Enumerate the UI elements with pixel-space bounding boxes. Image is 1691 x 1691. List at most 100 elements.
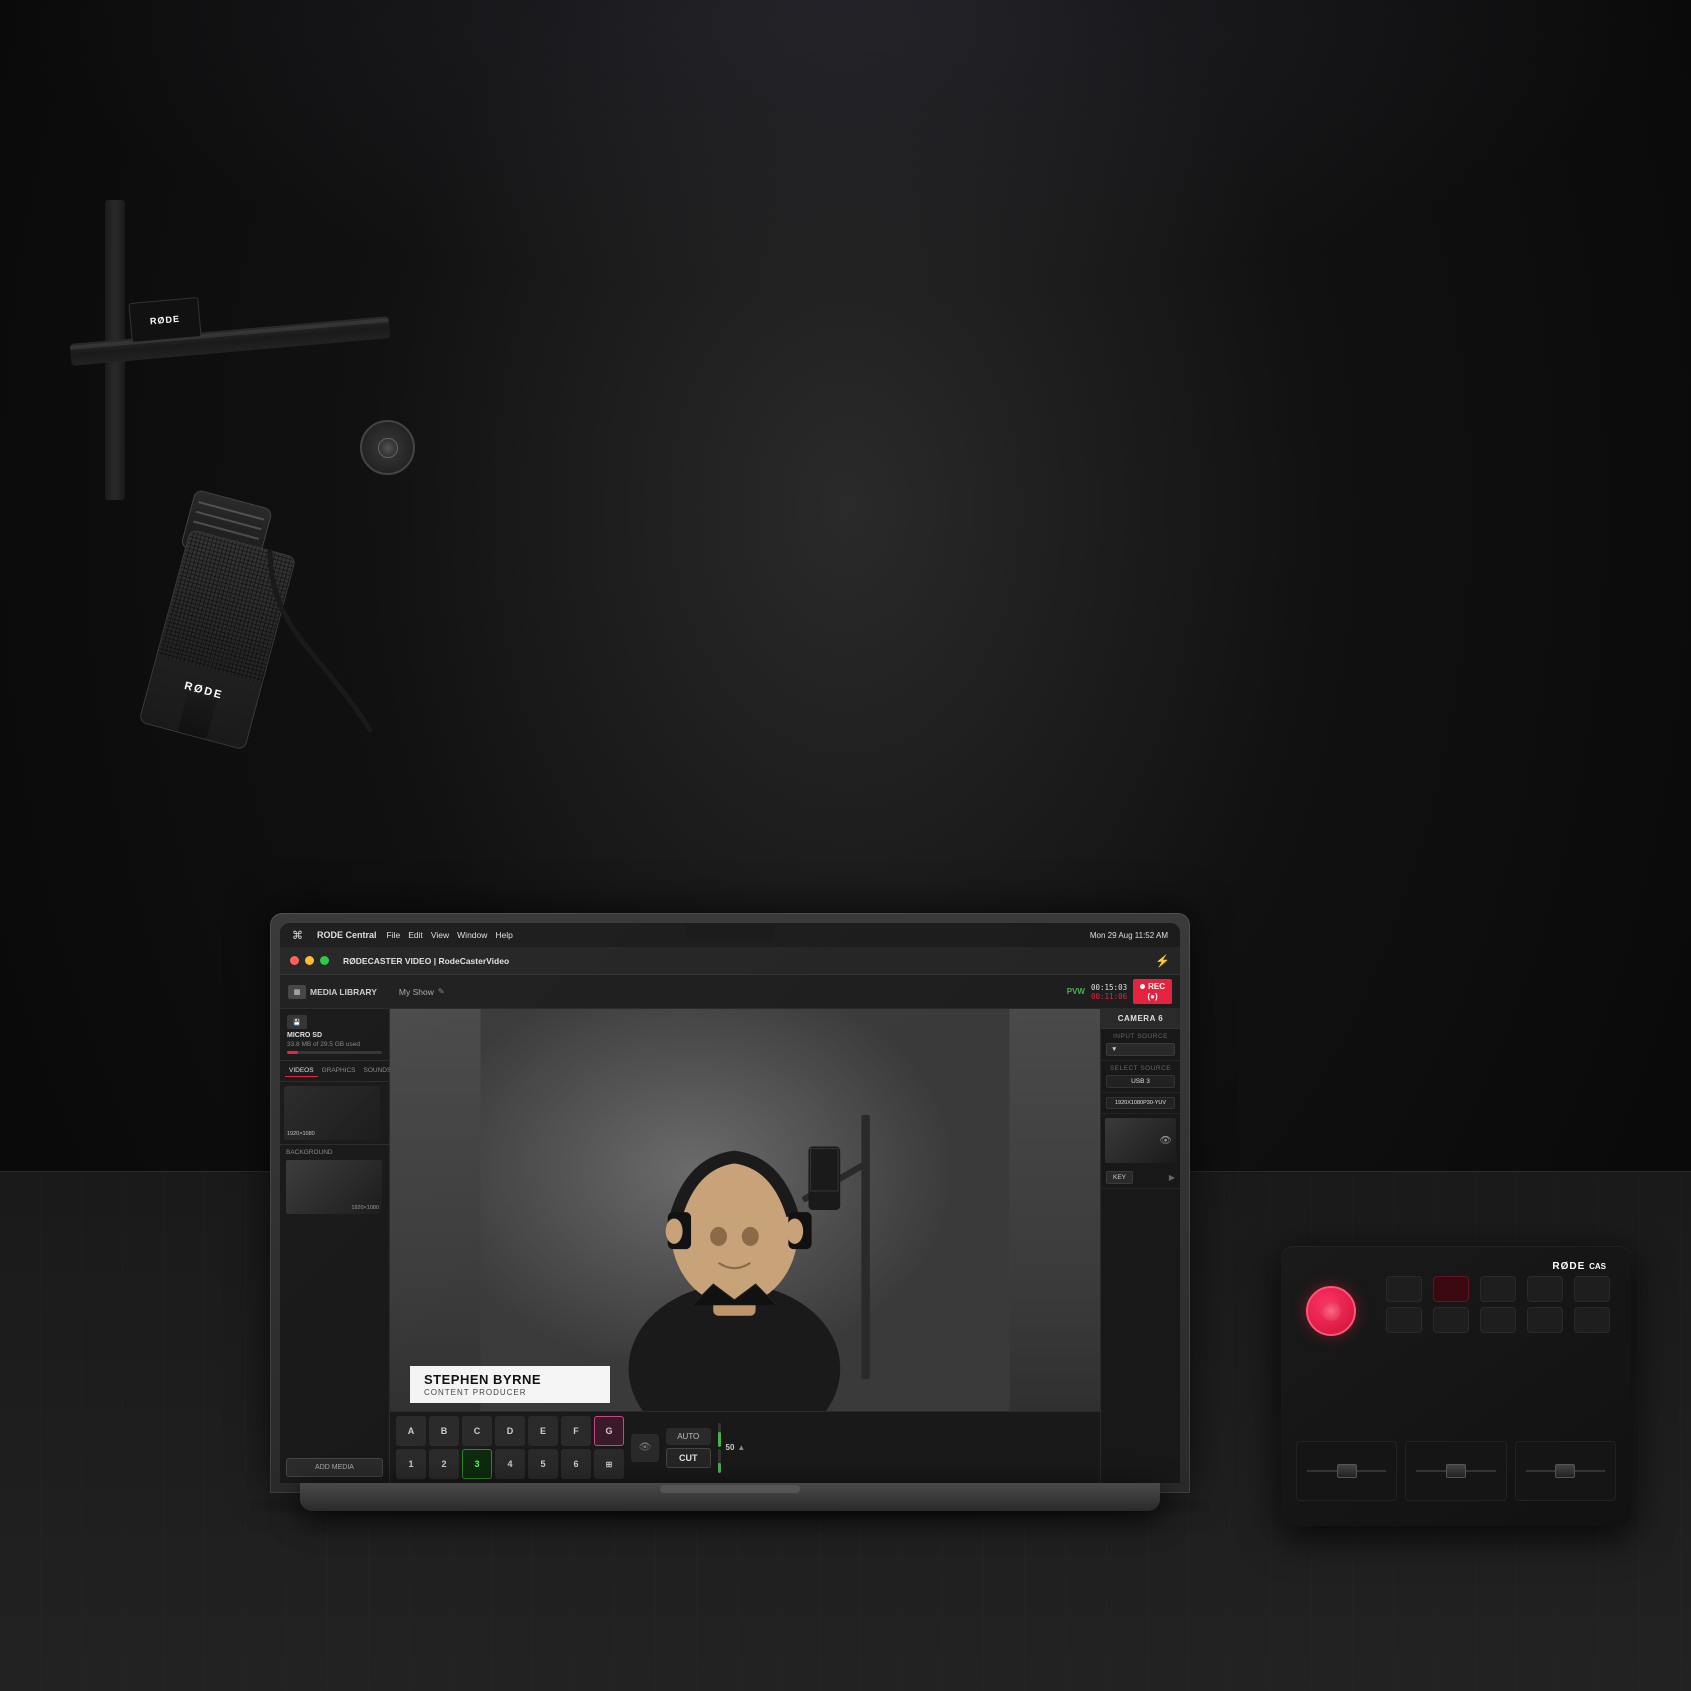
bg-thumbnail[interactable]: 1920×1080: [286, 1160, 382, 1214]
cam-3-active[interactable]: 3: [462, 1449, 492, 1479]
rode-strap-label: RØDE: [128, 297, 201, 343]
device-btn-2[interactable]: [1433, 1276, 1469, 1302]
arm-joint-screw: [378, 438, 398, 458]
menubar-items: File Edit View Window Help: [387, 930, 513, 940]
device-fader-3[interactable]: [1515, 1441, 1616, 1501]
traffic-light-close[interactable]: [290, 956, 299, 965]
timer-2: 00:11:06: [1091, 992, 1127, 1001]
menubar-app-name: RODE Central: [317, 930, 377, 940]
cam-1[interactable]: 1: [396, 1449, 426, 1479]
my-show-label: My Show: [399, 987, 434, 997]
window-title-sub: | RodeCasterVideo: [434, 956, 509, 966]
timer-1: 00:15:03: [1091, 983, 1127, 992]
traffic-light-minimize[interactable]: [305, 956, 314, 965]
device-model: CAS: [1589, 1262, 1606, 1271]
input-source-value: ▼: [1111, 1046, 1117, 1053]
tab-videos[interactable]: VIDEOS: [285, 1065, 318, 1077]
rodecaster-device: RØDE CAS: [1281, 1246, 1631, 1526]
cam-6[interactable]: 6: [561, 1449, 591, 1479]
media-library-button[interactable]: ▦ MEDIA LIBRARY: [288, 985, 377, 999]
add-media-button[interactable]: ADD MEDIA: [286, 1458, 383, 1477]
cam-2[interactable]: 2: [429, 1449, 459, 1479]
media-library-icon: ▦: [288, 985, 306, 999]
device-brand: RØDE: [1552, 1261, 1585, 1272]
laptop-screen-bezel: ⌘ RODE Central File Edit View Window Hel…: [280, 923, 1180, 1483]
key-section: KEY ▶: [1101, 1167, 1180, 1189]
traffic-light-maximize[interactable]: [320, 956, 329, 965]
cam-row-bottom: 1 2 3 4 5 6 ⊞: [396, 1449, 624, 1479]
vol-fill-r: [718, 1463, 721, 1473]
vol-up-icon[interactable]: ▲: [737, 1443, 745, 1452]
input-source-label: INPUT SOURCE: [1106, 1033, 1175, 1040]
camera-switcher: A B C D E F G 1: [390, 1411, 1100, 1483]
cam-E[interactable]: E: [528, 1416, 558, 1446]
rec-label: REC: [1148, 982, 1165, 992]
media-thumb-1[interactable]: 1920×1080: [284, 1086, 380, 1140]
apple-menu-icon[interactable]: ⌘: [292, 929, 303, 942]
name-bar-background: STEPHEN BYRNE CONTENT PRODUCER: [410, 1366, 610, 1403]
storage-used: 33.8 MB of 29.5 GB used: [287, 1041, 382, 1048]
key-arrow-button[interactable]: ▶: [1169, 1173, 1175, 1182]
volume-section: 50 ▲: [718, 1423, 746, 1473]
input-source-dropdown[interactable]: ▼: [1106, 1043, 1175, 1056]
preview-eye-icon[interactable]: 👁: [1159, 1135, 1172, 1146]
arm-joint: [360, 420, 415, 475]
device-btn-5[interactable]: [1574, 1276, 1610, 1302]
media-library-label: MEDIA LIBRARY: [310, 987, 377, 997]
cut-button[interactable]: CUT: [666, 1448, 711, 1468]
select-source-section: SELECT SOURCE USB 3: [1101, 1061, 1180, 1093]
monitor-icon[interactable]: 👁: [631, 1434, 659, 1462]
menu-file[interactable]: File: [387, 930, 401, 940]
media-thumbnail-grid: 1920×1080: [280, 1082, 389, 1144]
device-fader-1[interactable]: [1296, 1441, 1397, 1501]
cam-A[interactable]: A: [396, 1416, 426, 1446]
pvw-label: PVW: [1067, 987, 1085, 996]
cam-5[interactable]: 5: [528, 1449, 558, 1479]
format-value: 1920X1080P30-YUV: [1106, 1097, 1175, 1109]
background-section: BACKGROUND 1920×1080: [280, 1144, 389, 1218]
rode-strap-text: RØDE: [150, 314, 181, 327]
device-btn-7[interactable]: [1433, 1307, 1469, 1333]
device-btn-6[interactable]: [1386, 1307, 1422, 1333]
input-source-section: INPUT SOURCE ▼: [1101, 1029, 1180, 1061]
menu-window[interactable]: Window: [457, 930, 487, 940]
rec-button[interactable]: REC (●): [1133, 979, 1172, 1004]
cam-F[interactable]: F: [561, 1416, 591, 1446]
lightning-icon[interactable]: ⚡: [1155, 954, 1170, 968]
device-btn-10[interactable]: [1574, 1307, 1610, 1333]
media-thumb-dims: 1920×1080: [287, 1131, 315, 1137]
device-btn-8[interactable]: [1480, 1307, 1516, 1333]
person-title: CONTENT PRODUCER: [424, 1388, 596, 1397]
device-fader-2[interactable]: [1405, 1441, 1506, 1501]
key-row: KEY ▶: [1106, 1171, 1175, 1184]
vol-meter-l: [718, 1423, 721, 1447]
cam-grid-icon[interactable]: ⊞: [594, 1449, 624, 1479]
cam-D[interactable]: D: [495, 1416, 525, 1446]
lower-third: STEPHEN BYRNE CONTENT PRODUCER: [410, 1366, 1100, 1403]
cam-4[interactable]: 4: [495, 1449, 525, 1479]
key-toggle-button[interactable]: KEY: [1106, 1171, 1133, 1184]
cam-G-active[interactable]: G: [594, 1416, 624, 1446]
menu-view[interactable]: View: [431, 930, 449, 940]
right-panel: CAMERA 6 INPUT SOURCE ▼ SELECT SOURCE US…: [1100, 1009, 1180, 1483]
my-show-button[interactable]: My Show ✎: [399, 987, 445, 997]
preview-area: STEPHEN BYRNE CONTENT PRODUCER: [390, 1009, 1100, 1483]
auto-button[interactable]: AUTO: [666, 1428, 711, 1445]
cam-C[interactable]: C: [462, 1416, 492, 1446]
device-btn-9[interactable]: [1527, 1307, 1563, 1333]
cam-B[interactable]: B: [429, 1416, 459, 1446]
tab-graphics[interactable]: GRAPHICS: [318, 1065, 360, 1077]
vol-meters: [718, 1423, 721, 1473]
menu-edit[interactable]: Edit: [408, 930, 423, 940]
device-record-knob[interactable]: [1306, 1286, 1356, 1336]
menu-help[interactable]: Help: [495, 930, 512, 940]
window-title-brand: RØDE: [343, 956, 368, 966]
sidebar-media: 💾 MICRO SD 33.8 MB of 29.5 GB used VIDEO…: [280, 1009, 390, 1483]
app-window: RØDECASTER VIDEO | RodeCasterVideo ⚡ ▦ M…: [280, 947, 1180, 1483]
rec-dot: [1140, 984, 1145, 989]
device-btn-3[interactable]: [1480, 1276, 1516, 1302]
device-btn-4[interactable]: [1527, 1276, 1563, 1302]
transition-buttons: AUTO CUT: [666, 1428, 711, 1468]
device-btn-1[interactable]: [1386, 1276, 1422, 1302]
window-title-product: CASTER VIDEO: [368, 956, 432, 966]
